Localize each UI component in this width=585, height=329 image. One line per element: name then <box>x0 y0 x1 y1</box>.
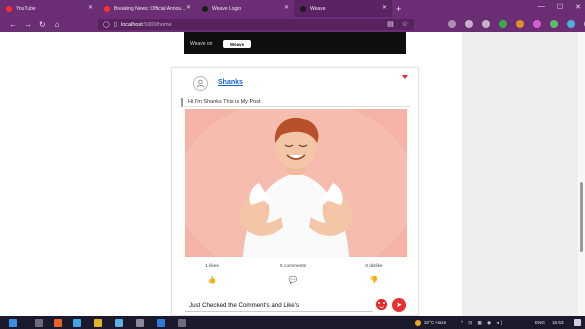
forward-arrow-icon[interactable]: → <box>24 20 32 29</box>
weather-text: 32°C Haze <box>424 320 447 325</box>
extension-icon[interactable] <box>533 20 541 28</box>
likes-count: 1 likes <box>205 264 219 269</box>
post-menu-caret-icon[interactable] <box>402 75 408 79</box>
previous-post-label: Weave on <box>190 41 213 47</box>
send-button[interactable]: ➤ <box>392 298 406 312</box>
tab-breaking-news[interactable]: Breaking News: Official Annou... ✕ <box>98 0 196 17</box>
app-taskbar-icon[interactable] <box>136 319 144 327</box>
maximize-button[interactable]: ☐ <box>557 3 563 11</box>
emoji-icon <box>376 299 387 310</box>
thumbs-up-icon[interactable]: 👍 <box>192 276 232 284</box>
notification-icon[interactable] <box>574 319 581 326</box>
language-indicator[interactable]: ENG <box>535 320 545 325</box>
home-icon[interactable]: ⌂ <box>54 20 60 29</box>
comment-icon[interactable]: 💬 <box>273 276 313 284</box>
page-scrollbar[interactable] <box>578 32 585 316</box>
extension-icon[interactable] <box>516 20 524 28</box>
system-tray-icons[interactable]: ^ ⊡ ▦ ◉ ◂) <box>461 320 504 326</box>
browser-taskbar-icon[interactable] <box>54 319 62 327</box>
app-taskbar-icon[interactable] <box>115 319 123 327</box>
post-author-link[interactable]: Shanks <box>218 79 243 86</box>
tab-label: Weave <box>310 5 326 12</box>
tab-weave[interactable]: Weave ✕ <box>294 0 392 17</box>
app-taskbar-icon[interactable] <box>178 319 186 327</box>
page-icon: ▯ <box>113 22 118 28</box>
windows-taskbar: 32°C Haze ^ ⊡ ▦ ◉ ◂) ENG 15:53 <box>0 316 585 329</box>
shield-icon: ◯ <box>103 22 110 28</box>
close-icon[interactable]: ✕ <box>382 5 387 11</box>
minimize-button[interactable]: — <box>538 3 545 11</box>
youtube-icon <box>6 5 12 12</box>
tab-label: YouTube <box>16 5 36 12</box>
weather-icon[interactable] <box>415 320 421 326</box>
tab-label: Breaking News: Official Annou... <box>114 5 186 12</box>
browser-nav-bar: ← → ↻ ⌂ ◯ ▯ localhost :5000/home ▤ ☆ <box>0 17 585 32</box>
post-text: Hi I'm Shanks This is My Post <box>188 99 261 105</box>
thumbs-down-icon[interactable]: 👎 <box>354 276 394 284</box>
file-explorer-icon[interactable] <box>94 319 102 327</box>
send-icon: ➤ <box>396 302 402 309</box>
sidebar-icon[interactable] <box>482 20 490 28</box>
tab-weave-login[interactable]: Weave Login ✕ <box>196 0 294 17</box>
close-window-button[interactable]: ✕ <box>575 3 581 11</box>
window-controls: — ☐ ✕ <box>538 3 581 11</box>
tab-youtube[interactable]: YouTube ✕ <box>0 0 98 17</box>
previous-post-media: Weave on Weave <box>184 32 406 54</box>
close-icon[interactable]: ✕ <box>88 5 93 11</box>
post-photo-illustration <box>185 109 407 257</box>
url-host: localhost <box>121 21 143 28</box>
windows-start-icon[interactable] <box>9 319 17 327</box>
page-viewport: Weave on Weave Shanks Hi I'm Shanks This… <box>0 32 585 316</box>
address-bar[interactable]: ◯ ▯ localhost :5000/home ▤ ☆ <box>98 19 414 30</box>
right-sidebar <box>462 32 578 316</box>
post-card: Shanks Hi I'm Shanks This is My Post 1 l… <box>171 67 419 316</box>
comment-bar: ➤ <box>185 296 407 314</box>
scrollbar-thumb[interactable] <box>580 182 583 252</box>
previous-post-badge: Weave <box>223 40 251 48</box>
comments-count: 0 comments <box>279 264 307 269</box>
pocket-icon[interactable] <box>448 20 456 28</box>
tab-label: Weave Login <box>212 5 242 12</box>
comment-input[interactable] <box>185 299 373 312</box>
emoji-button[interactable] <box>375 298 388 311</box>
close-icon[interactable]: ✕ <box>284 5 289 11</box>
post-image[interactable] <box>185 109 407 257</box>
vscode-icon[interactable] <box>157 319 165 327</box>
extension-icon[interactable] <box>550 20 558 28</box>
dislikes-count: 0 dislike <box>365 264 383 269</box>
search-icon[interactable] <box>35 319 43 327</box>
app-taskbar-icon[interactable] <box>73 319 81 327</box>
weave-icon <box>202 5 208 12</box>
reload-icon[interactable]: ↻ <box>39 20 46 29</box>
close-icon[interactable]: ✕ <box>186 5 191 11</box>
youtube-icon <box>104 5 110 12</box>
reader-view-icon[interactable]: ▤ <box>387 20 394 28</box>
avatar[interactable] <box>193 76 208 91</box>
browser-tab-strip: YouTube ✕ Breaking News: Official Annou.… <box>0 0 585 17</box>
bookmark-star-icon[interactable]: ☆ <box>402 20 408 28</box>
new-tab-button[interactable]: + <box>396 4 401 14</box>
extension-icon[interactable] <box>499 20 507 28</box>
clock-time[interactable]: 15:53 <box>552 320 564 325</box>
url-path: :5000/home <box>142 21 172 28</box>
post-stats: 1 likes 0 comments 0 dislike 👍 💬 👎 <box>181 262 410 290</box>
library-icon[interactable] <box>465 20 473 28</box>
user-icon <box>196 79 205 88</box>
weave-icon <box>300 5 306 12</box>
post-text-box: Hi I'm Shanks This is My Post <box>181 98 410 107</box>
extensions-toolbar <box>448 20 585 28</box>
back-arrow-icon[interactable]: ← <box>9 20 17 29</box>
extension-icon[interactable] <box>567 20 575 28</box>
